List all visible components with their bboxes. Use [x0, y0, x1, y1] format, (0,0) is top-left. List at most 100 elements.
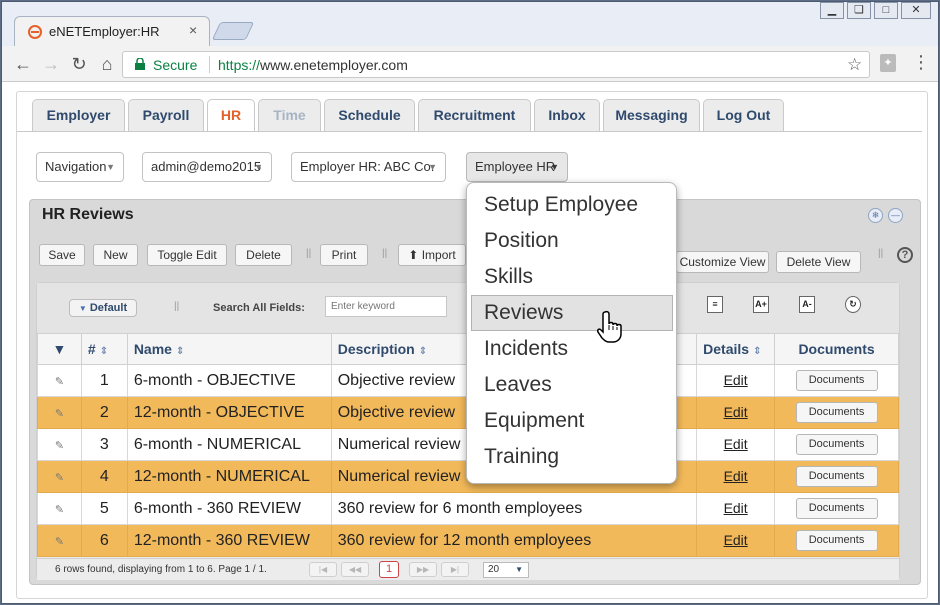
menu-item-leaves[interactable]: Leaves [471, 367, 673, 403]
pencil-icon[interactable]: ✎ [55, 504, 64, 516]
columns-icon[interactable]: ≡ [707, 296, 723, 313]
pencil-icon[interactable]: ✎ [55, 536, 64, 548]
table-row[interactable]: ✎ 6 12-month - 360 REVIEW 360 review for… [37, 524, 899, 557]
view-select-label: Default [89, 302, 128, 314]
minimize-icon[interactable]: ▁ [820, 2, 844, 19]
row-edit-cell[interactable]: ✎ [37, 524, 82, 557]
restore-icon[interactable]: ❏ [847, 2, 871, 19]
employee-hr-dropdown[interactable]: Employee HR ▼ [466, 152, 568, 182]
documents-button[interactable]: Documents [795, 466, 878, 487]
maximize-icon[interactable]: □ [874, 2, 898, 19]
bookmark-star-icon[interactable]: ☆ [847, 55, 862, 75]
new-button[interactable]: New [93, 244, 138, 266]
browser-tab[interactable]: eNETEmployer:HR × [14, 16, 210, 46]
sort-icon[interactable]: ⇕ [176, 346, 184, 357]
tab-schedule[interactable]: Schedule [324, 99, 415, 131]
pdf-extension-icon[interactable]: ✦ [880, 54, 896, 72]
edit-link[interactable]: Edit [724, 372, 748, 388]
new-tab-button[interactable] [211, 22, 255, 40]
edit-link[interactable]: Edit [724, 436, 748, 452]
menu-item-training[interactable]: Training [471, 439, 673, 475]
menu-item-reviews[interactable]: Reviews [471, 295, 673, 331]
column-header-num[interactable]: # ⇕ [80, 333, 128, 365]
pencil-icon[interactable]: ✎ [55, 472, 64, 484]
tab-employer[interactable]: Employer [32, 99, 125, 131]
refresh-icon[interactable]: ↻ [845, 296, 861, 313]
view-select-button[interactable]: ▼ Default [69, 299, 137, 317]
upload-icon: ⬆ [408, 248, 419, 262]
row-number: 1 [80, 364, 128, 397]
sort-icon[interactable]: ⇕ [753, 346, 761, 357]
tab-payroll[interactable]: Payroll [128, 99, 204, 131]
tab-recruitment[interactable]: Recruitment [418, 99, 531, 131]
edit-link[interactable]: Edit [724, 404, 748, 420]
table-row[interactable]: ✎ 5 6-month - 360 REVIEW 360 review for … [37, 492, 899, 525]
sort-icon[interactable]: ⇕ [419, 346, 427, 357]
tab-messaging[interactable]: Messaging [603, 99, 700, 131]
row-edit-cell[interactable]: ✎ [37, 428, 82, 461]
documents-button[interactable]: Documents [795, 402, 878, 423]
documents-button[interactable]: Documents [795, 530, 878, 551]
tab-hr[interactable]: HR [207, 99, 255, 132]
menu-item-position[interactable]: Position [471, 223, 673, 259]
window-close-icon[interactable]: ✕ [901, 2, 931, 19]
pencil-icon[interactable]: ✎ [55, 408, 64, 420]
row-edit-cell[interactable]: ✎ [37, 460, 82, 493]
prev-page-icon[interactable]: ◀◀ [341, 562, 369, 577]
browser-menu-icon[interactable]: ⋮ [912, 52, 930, 72]
reload-icon[interactable]: ↻ [68, 54, 90, 74]
row-edit-cell[interactable]: ✎ [37, 492, 82, 525]
back-arrow-icon[interactable]: ← [12, 54, 34, 74]
employer-dropdown[interactable]: Employer HR: ABC Co. ▼ [291, 152, 446, 182]
import-button[interactable]: ⬆ Import [398, 244, 466, 266]
tab-close-icon[interactable]: × [189, 22, 197, 38]
secure-label: Secure [153, 57, 198, 73]
customize-view-button[interactable]: Customize View [676, 251, 769, 273]
documents-button[interactable]: Documents [795, 434, 878, 455]
address-bar[interactable]: Secure https://www.enetemployer.com ☆ [122, 51, 870, 78]
edit-link[interactable]: Edit [724, 468, 748, 484]
menu-item-setup-employee[interactable]: Setup Employee [471, 187, 673, 223]
tab-logout[interactable]: Log Out [703, 99, 784, 131]
sort-icon[interactable]: ⇕ [100, 346, 108, 357]
current-page-button[interactable]: 1 [379, 561, 399, 578]
chevron-down-icon: ▼ [78, 304, 87, 313]
panel-settings-icon[interactable]: ❄ [868, 208, 883, 223]
pencil-icon[interactable]: ✎ [55, 440, 64, 452]
user-dropdown[interactable]: admin@demo2015 ▼ [142, 152, 272, 182]
forward-arrow-icon[interactable]: → [40, 54, 62, 74]
filter-column-header[interactable]: ▼ [37, 333, 82, 365]
navigation-dropdown[interactable]: Navigation ▼ [36, 152, 124, 182]
documents-button[interactable]: Documents [795, 498, 878, 519]
page-size-select[interactable]: 20 ▼ [483, 562, 529, 578]
delete-view-button[interactable]: Delete View [776, 251, 861, 273]
edit-link[interactable]: Edit [724, 500, 748, 516]
toggle-edit-button[interactable]: Toggle Edit [147, 244, 227, 266]
documents-button[interactable]: Documents [795, 370, 878, 391]
font-decrease-icon[interactable]: A- [799, 296, 815, 313]
menu-item-skills[interactable]: Skills [471, 259, 673, 295]
home-icon[interactable]: ⌂ [96, 54, 118, 74]
print-button[interactable]: Print [320, 244, 368, 266]
filter-icon[interactable]: ▼ [53, 341, 67, 357]
menu-item-equipment[interactable]: Equipment [471, 403, 673, 439]
save-button[interactable]: Save [39, 244, 85, 266]
pencil-icon[interactable]: ✎ [55, 376, 64, 388]
column-header-documents-label: Documents [798, 341, 875, 357]
column-header-name[interactable]: Name ⇕ [126, 333, 332, 365]
tab-inbox[interactable]: Inbox [534, 99, 600, 131]
row-edit-cell[interactable]: ✎ [37, 364, 82, 397]
search-input[interactable] [325, 296, 447, 317]
column-header-details[interactable]: Details ⇕ [696, 333, 776, 365]
first-page-icon[interactable]: |◀ [309, 562, 337, 577]
tab-time[interactable]: Time [258, 99, 321, 131]
last-page-icon[interactable]: ▶| [441, 562, 469, 577]
help-icon[interactable]: ? [897, 247, 913, 263]
menu-item-incidents[interactable]: Incidents [471, 331, 673, 367]
panel-collapse-icon[interactable]: — [888, 208, 903, 223]
row-edit-cell[interactable]: ✎ [37, 396, 82, 429]
delete-button[interactable]: Delete [235, 244, 292, 266]
edit-link[interactable]: Edit [724, 532, 748, 548]
font-increase-icon[interactable]: A+ [753, 296, 769, 313]
next-page-icon[interactable]: ▶▶ [409, 562, 437, 577]
